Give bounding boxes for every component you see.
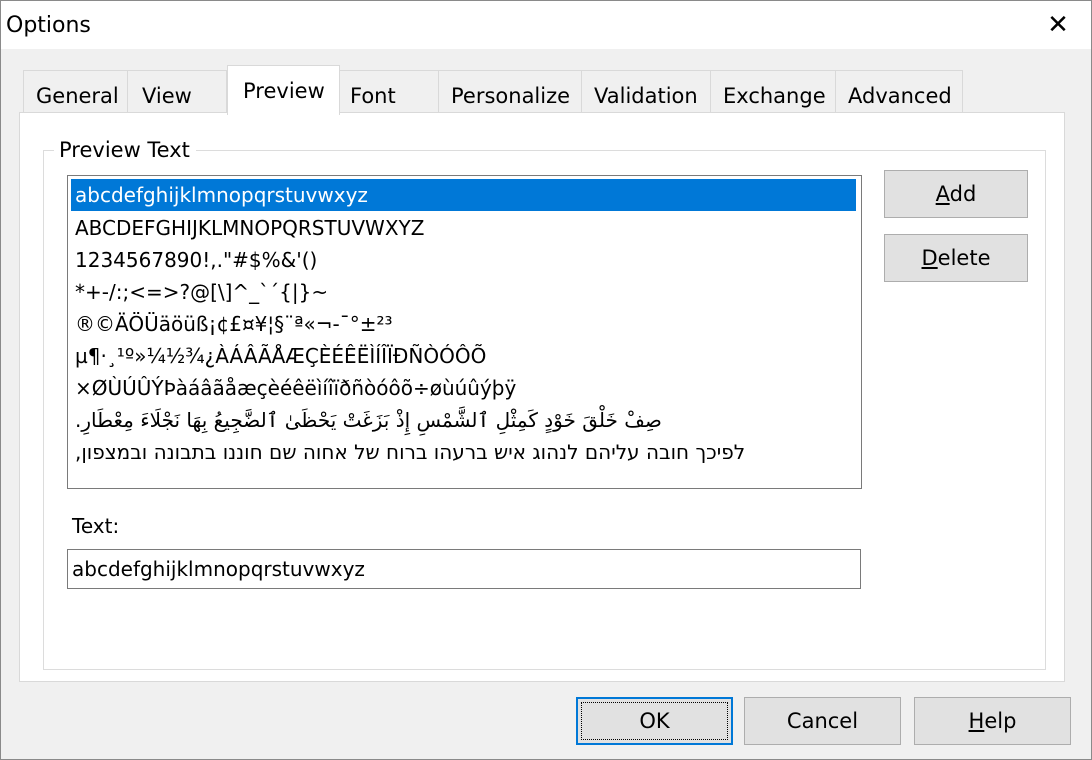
list-item[interactable]: 1234567890!,."#$%&'()	[71, 244, 856, 276]
tab-view[interactable]: View	[127, 70, 227, 112]
focus-rectangle	[581, 702, 728, 740]
tab-label: View	[142, 83, 192, 108]
list-item[interactable]: *+-/:;<=>?@[\]^_`´{|}~	[71, 276, 856, 308]
tab-label: Personalize	[451, 83, 571, 108]
add-button[interactable]: Add	[884, 170, 1028, 218]
list-item[interactable]: µ¶·¸¹º»¼½¾¿ÀÁÂÃÅÆÇÈÉÊËÌÍÎÏÐÑÒÓÔÕ	[71, 340, 856, 372]
dialog-title: Options	[6, 13, 91, 38]
ok-button[interactable]: OK	[576, 697, 733, 745]
help-button[interactable]: Help	[914, 697, 1071, 745]
delete-button[interactable]: Delete	[884, 234, 1028, 282]
cancel-button-label: Cancel	[786, 709, 859, 733]
tab-font[interactable]: Font	[339, 70, 439, 112]
preview-tab-panel: Preview Text abcdefghijklmnopqrstuvwxyz …	[19, 112, 1065, 682]
add-button-label: Add	[935, 182, 977, 206]
list-item[interactable]: abcdefghijklmnopqrstuvwxyz	[71, 179, 856, 211]
list-item[interactable]: صِفْ خَلْقَ خَوْدٍ كَمِثْلِ ٱلشَّمْسِ إِ…	[71, 404, 856, 436]
tab-label: Validation	[594, 83, 698, 108]
tab-validation[interactable]: Validation	[581, 70, 711, 112]
list-item[interactable]: ABCDEFGHIJKLMNOPQRSTUVWXYZ	[71, 212, 856, 244]
text-field-label: Text:	[72, 514, 120, 538]
tab-label: Exchange	[723, 83, 826, 108]
tab-label: Font	[350, 83, 396, 108]
tab-advanced[interactable]: Advanced	[835, 70, 963, 112]
tab-general[interactable]: General	[23, 70, 128, 112]
preview-text-input[interactable]	[67, 549, 861, 589]
cancel-button[interactable]: Cancel	[744, 697, 901, 745]
close-button[interactable]: ✕	[1025, 1, 1091, 49]
list-item[interactable]: ®©ÄÖÜäöüß¡¢£¤¥¦§¨ª«¬-¯°±²³	[71, 308, 856, 340]
delete-button-label: Delete	[921, 246, 991, 270]
close-icon: ✕	[1047, 10, 1069, 40]
list-item[interactable]: לפיכך חובה עליהם לנהוג איש ברעהו ברוח של…	[71, 436, 856, 468]
tab-label: General	[36, 83, 119, 108]
group-label-preview-text: Preview Text	[54, 138, 196, 162]
tab-personalize[interactable]: Personalize	[438, 70, 582, 112]
title-bar: Options ✕	[1, 1, 1091, 49]
options-dialog: Options ✕ General View Preview Font Pers…	[0, 0, 1092, 760]
list-item[interactable]: ×ØÙÚÛÝÞàáâãåæçèéêëìíîïðñòóôõ÷øùúûýþÿ	[71, 372, 856, 404]
help-button-label: Help	[968, 709, 1017, 733]
tab-label: Preview	[243, 78, 325, 103]
preview-text-list[interactable]: abcdefghijklmnopqrstuvwxyz ABCDEFGHIJKLM…	[67, 175, 862, 489]
tab-label: Advanced	[848, 83, 952, 108]
tab-preview[interactable]: Preview	[227, 65, 340, 115]
tab-exchange[interactable]: Exchange	[710, 70, 836, 112]
